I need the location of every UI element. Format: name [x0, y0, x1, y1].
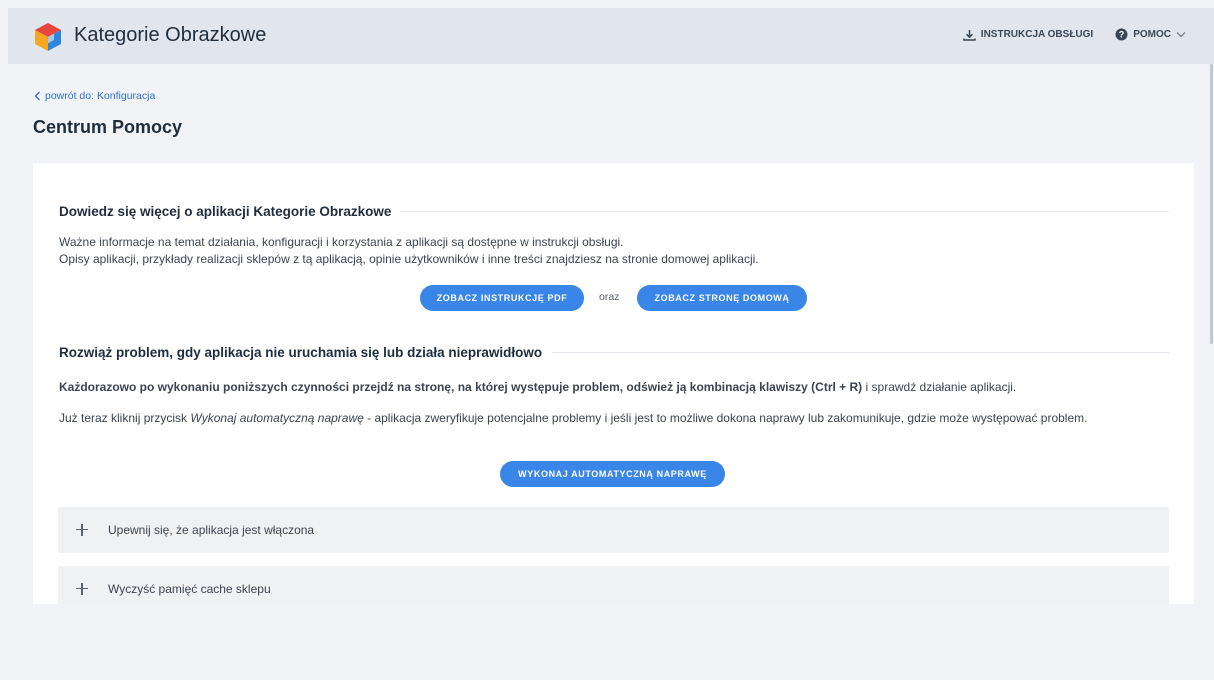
auto-repair-italic: Wykonaj automatyczną naprawę	[190, 411, 364, 425]
troubleshoot-section-heading: Rozwiąż problem, gdy aplikacja nie uruch…	[59, 345, 1169, 360]
view-pdf-manual-button[interactable]: ZOBACZ INSTRUKCJĘ PDF	[420, 285, 584, 311]
help-panel: Dowiedz się więcej o aplikacji Kategorie…	[33, 163, 1194, 604]
top-bar: Kategorie Obrazkowe INSTRUKCJA OBSŁUGI ?…	[8, 8, 1214, 64]
svg-text:?: ?	[1119, 30, 1125, 40]
plus-icon	[73, 521, 91, 539]
app-logo-icon	[35, 23, 61, 51]
page-scrollbar[interactable]	[1208, 64, 1214, 344]
heading-divider	[552, 352, 1169, 353]
page-title: Centrum Pomocy	[33, 117, 183, 137]
app-title: Kategorie Obrazkowe	[74, 24, 267, 46]
auto-repair-description: Już teraz kliknij przycisk Wykonaj autom…	[59, 410, 1169, 427]
accordion-item-label: Upewnij się, że aplikacja jest włączona	[108, 523, 315, 537]
about-section-heading: Dowiedz się więcej o aplikacji Kategorie…	[59, 204, 1169, 219]
refresh-instruction-bold: Każdorazowo po wykonaniu poniższych czyn…	[59, 380, 863, 394]
manual-link-label: INSTRUKCJA OBSŁUGI	[980, 29, 1094, 40]
and-label: oraz	[599, 291, 620, 303]
chevron-left-icon	[34, 91, 40, 101]
accordion-item-app-enabled[interactable]: Upewnij się, że aplikacja jest włączona	[58, 507, 1169, 553]
chevron-down-icon	[1176, 32, 1186, 38]
help-menu-label: POMOC	[1133, 29, 1171, 40]
accordion-item-label: Wyczyść pamięć cache sklepu	[108, 582, 271, 596]
scrollbar-thumb[interactable]	[1210, 64, 1213, 344]
about-heading-text: Dowiedz się więcej o aplikacji Kategorie…	[59, 204, 392, 219]
auto-repair-prefix: Już teraz kliknij przycisk	[59, 411, 191, 425]
auto-repair-button[interactable]: WYKONAJ AUTOMATYCZNĄ NAPRAWĘ	[500, 461, 725, 487]
back-link[interactable]: powrót do: Konfiguracja	[34, 90, 155, 102]
troubleshoot-heading-text: Rozwiąż problem, gdy aplikacja nie uruch…	[59, 345, 543, 360]
back-link-label: powrót do: Konfiguracja	[45, 90, 156, 102]
plus-icon	[73, 580, 91, 598]
accordion-item-clear-cache[interactable]: Wyczyść pamięć cache sklepu	[58, 566, 1169, 604]
about-line-2: Opisy aplikacji, przykłady realizacji sk…	[59, 252, 759, 266]
view-homepage-button[interactable]: ZOBACZ STRONĘ DOMOWĄ	[637, 285, 807, 311]
help-menu[interactable]: ? POMOC	[1115, 28, 1186, 41]
refresh-instruction: Każdorazowo po wykonaniu poniższych czyn…	[59, 379, 1169, 396]
help-icon: ?	[1115, 28, 1128, 41]
auto-repair-suffix: - aplikacja zweryfikuje potencjalne prob…	[363, 411, 1088, 425]
about-line-1: Ważne informacje na temat działania, kon…	[59, 235, 624, 249]
heading-divider	[401, 211, 1169, 212]
top-nav: INSTRUKCJA OBSŁUGI ? POMOC	[963, 28, 1186, 41]
manual-link[interactable]: INSTRUKCJA OBSŁUGI	[963, 29, 1093, 41]
refresh-instruction-tail: i sprawdź działanie aplikacji.	[862, 380, 1017, 394]
download-icon	[963, 29, 976, 41]
